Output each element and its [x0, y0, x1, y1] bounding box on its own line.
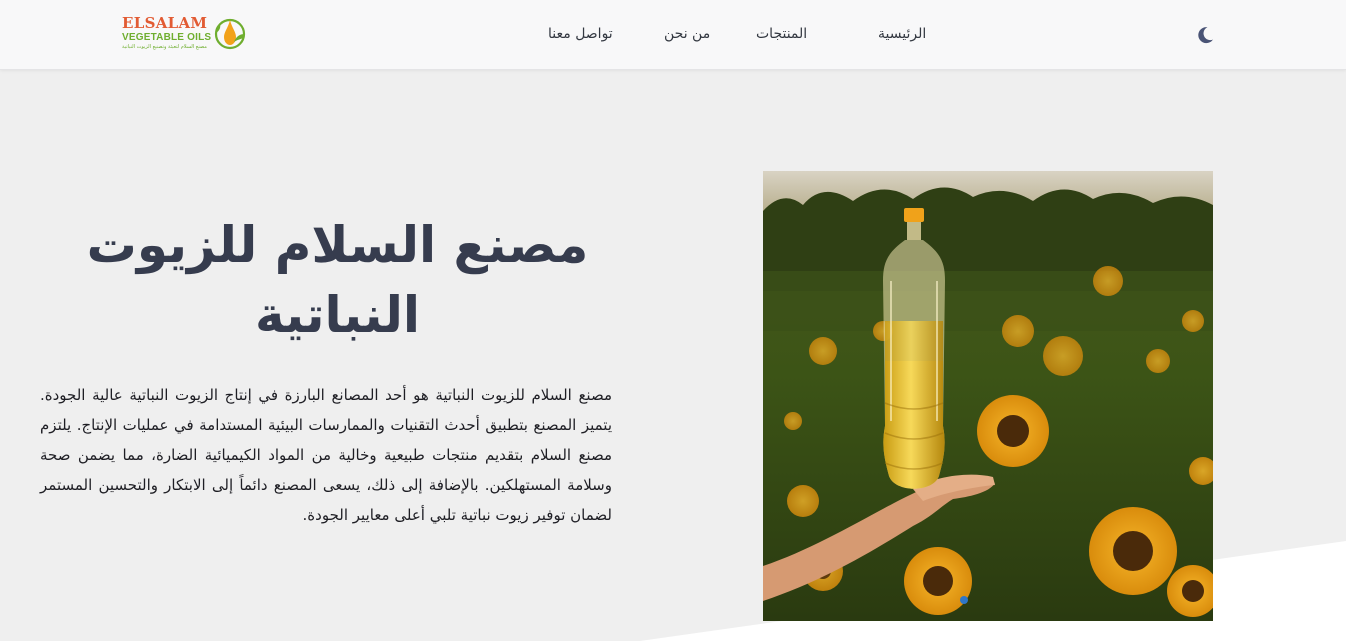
nav-link-home[interactable]: الرئيسية — [878, 26, 926, 42]
nav-link-products[interactable]: المنتجات — [756, 26, 807, 42]
sunflower-oil-bottle-photo — [763, 171, 1213, 621]
hero-description: مصنع السلام للزيوت النباتية هو أحد المصا… — [40, 386, 612, 524]
moon-icon[interactable] — [1195, 25, 1215, 45]
hero-image — [763, 171, 1213, 621]
logo-subtext: VEGETABLE OILS — [122, 32, 212, 43]
navbar: ELSALAM VEGETABLE OILS مصنع السلام لتعبئ… — [0, 0, 1346, 70]
nav-link-contact[interactable]: تواصل معنا — [548, 26, 613, 42]
hero-title: مصنع السلام للزيوت النباتية — [86, 216, 589, 344]
logo-tagline: مصنع السلام لتعبئة وتصنيع الزيوت النباتي… — [122, 44, 207, 50]
brand-logo[interactable]: ELSALAM VEGETABLE OILS مصنع السلام لتعبئ… — [112, 12, 248, 58]
logo-text: ELSALAM — [122, 14, 208, 32]
nav-link-about[interactable]: من نحن — [664, 26, 710, 42]
oil-drop-leaf-icon — [214, 18, 246, 50]
scroll-indicator — [960, 596, 968, 604]
